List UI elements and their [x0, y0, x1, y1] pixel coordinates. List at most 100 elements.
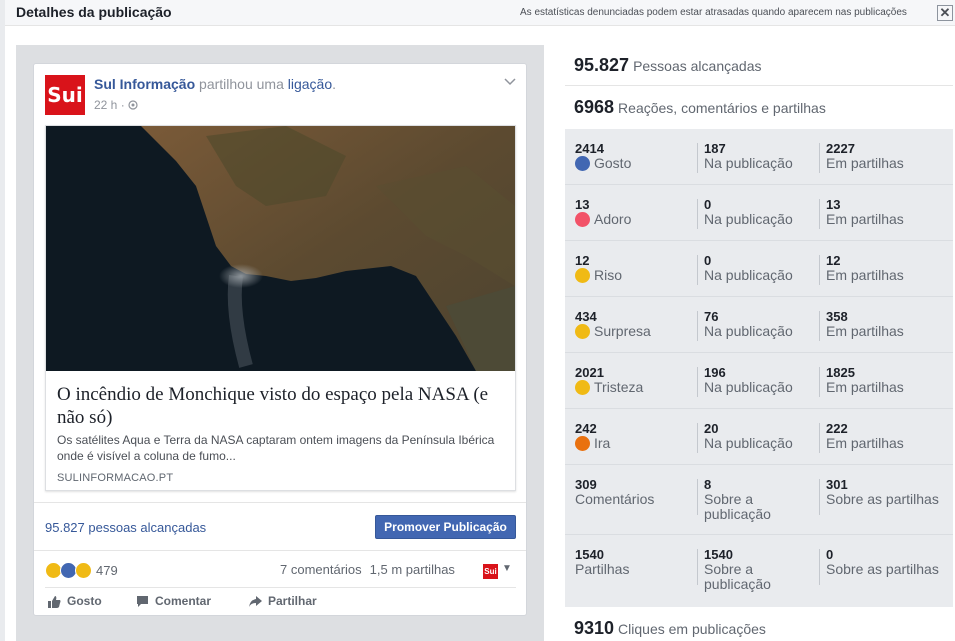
- like-label: Gosto: [67, 594, 102, 608]
- share-icon: [249, 595, 262, 607]
- post-details-dialog: Detalhes da publicação As estatísticas d…: [5, 0, 955, 641]
- column-divider: [697, 367, 698, 397]
- stat-row-sad: 2021 Tristeza 196 Na publicação 1825 Em par…: [565, 353, 953, 409]
- row-label: Partilhas: [575, 561, 630, 577]
- on-post-label: Sobre a: [704, 561, 754, 577]
- total-value: 309: [575, 477, 597, 492]
- column-divider: [697, 549, 698, 585]
- total-cell: 2021 Tristeza: [575, 365, 643, 395]
- link-word[interactable]: ligação: [288, 76, 332, 92]
- column-divider: [819, 255, 820, 285]
- on-shares-value: 0: [826, 547, 834, 562]
- column-divider: [697, 423, 698, 453]
- on-post-value: 196: [704, 365, 726, 380]
- post-preview-pane: Sui Sul Informação partilhou uma ligação…: [16, 45, 544, 641]
- column-divider: [819, 423, 820, 453]
- on-post-cell: 76 Na publicação: [704, 309, 793, 339]
- reaction-label: Surpresa: [594, 323, 651, 339]
- share-button[interactable]: Partilhar: [248, 594, 317, 608]
- close-button[interactable]: ✕: [937, 5, 953, 21]
- stat-row-comments: 309 Comentários 8 Sobre a publicação 301 Sob…: [565, 465, 953, 535]
- on-post-label: Na publicação: [704, 211, 793, 227]
- divider: [34, 550, 526, 551]
- author-action: partilhou uma: [195, 76, 288, 92]
- column-divider: [819, 311, 820, 341]
- on-shares-label: Em partilhas: [826, 435, 904, 451]
- on-shares-cell: 2227 Em partilhas: [826, 141, 904, 171]
- on-shares-value: 13: [826, 197, 841, 212]
- link-preview[interactable]: O incêndio de Monchique visto do espaço …: [45, 125, 516, 491]
- thumbs-up-icon: [48, 595, 61, 608]
- on-post-cell: 1540 Sobre a publicação: [704, 547, 771, 592]
- column-divider: [819, 367, 820, 397]
- total-cell: 12 Riso: [575, 253, 622, 283]
- total-value: 13: [575, 197, 590, 212]
- shares-count[interactable]: 1,5 m partilhas: [370, 562, 455, 577]
- stat-row-wow: 434 Surpresa 76 Na publicação 358 Em partil…: [565, 297, 953, 353]
- page-selector-avatar[interactable]: Sui: [483, 564, 498, 579]
- column-divider: [697, 143, 698, 173]
- comment-label: Comentar: [155, 594, 212, 608]
- like-icon: [575, 156, 590, 171]
- total-cell: 1540 Partilhas: [575, 547, 629, 577]
- comment-button[interactable]: Comentar: [136, 594, 211, 608]
- post-clicks: 9310 Cliques em publicações: [574, 618, 766, 639]
- link-domain: SULINFORMACAO.PT: [57, 472, 174, 484]
- on-post-cell: 187 Na publicação: [704, 141, 793, 171]
- reactions-summary[interactable]: 479: [45, 560, 118, 580]
- dialog-title: Detalhes da publicação: [16, 4, 172, 20]
- sad-icon: [575, 380, 590, 395]
- on-post-value: 0: [704, 197, 712, 212]
- on-post-cell: 196 Na publicação: [704, 365, 793, 395]
- total-cell: 13 Adoro: [575, 197, 631, 227]
- clicks-label: Cliques em publicações: [618, 621, 766, 637]
- post-options-chevron-icon[interactable]: [504, 74, 516, 89]
- on-shares-label: Em partilhas: [826, 267, 904, 283]
- dialog-header: Detalhes da publicação As estatísticas d…: [5, 0, 955, 26]
- comments-count[interactable]: 7 comentários: [280, 562, 362, 577]
- total-cell: 2414 Gosto: [575, 141, 631, 171]
- page-mini-text: Sui: [484, 567, 497, 576]
- divider: [34, 502, 526, 503]
- avatar-text: Sui: [47, 83, 83, 107]
- on-shares-label: Em partilhas: [826, 155, 904, 171]
- on-shares-cell: 222 Em partilhas: [826, 421, 904, 451]
- on-shares-value: 1825: [826, 365, 855, 380]
- page-avatar[interactable]: Sui: [45, 75, 85, 115]
- engagement-total: 6968 Reações, comentários e partilhas: [574, 97, 826, 118]
- reaction-label: Tristeza: [594, 379, 644, 395]
- on-shares-cell: 1825 Em partilhas: [826, 365, 904, 395]
- total-value: 2021: [575, 365, 604, 380]
- author-line: Sul Informação partilhou uma ligação.: [94, 76, 336, 92]
- angry-icon: [575, 436, 590, 451]
- on-shares-label: Sobre as partilhas: [826, 561, 939, 577]
- reaction-count: 479: [96, 562, 118, 578]
- on-post-value: 8: [704, 477, 712, 492]
- on-post-label-2: publicação: [704, 506, 771, 522]
- satellite-image: [46, 126, 515, 371]
- like-button[interactable]: Gosto: [47, 594, 102, 608]
- stat-row-shares: 1540 Partilhas 1540 Sobre a publicação 0 Sob…: [565, 535, 953, 605]
- promote-post-button[interactable]: Promover Publicação: [375, 515, 516, 539]
- meta-dot: ·: [117, 98, 129, 112]
- clicks-number: 9310: [574, 618, 615, 638]
- on-shares-value: 301: [826, 477, 848, 492]
- on-post-label: Na publicação: [704, 323, 793, 339]
- link-title[interactable]: O incêndio de Monchique visto do espaço …: [57, 383, 507, 429]
- caret-down-icon[interactable]: ▼: [502, 563, 512, 574]
- stats-delay-note: As estatísticas denunciadas podem estar …: [520, 7, 907, 18]
- on-post-label: Na publicação: [704, 379, 793, 395]
- stat-row-angry: 242 Ira 20 Na publicação 222 Em partilhas: [565, 409, 953, 465]
- stats-pane: 95.827 Pessoas alcançadas 6968 Reações, co…: [565, 45, 955, 641]
- post-time[interactable]: 22 h: [94, 98, 117, 112]
- on-post-label: Sobre a: [704, 491, 754, 507]
- reach-link[interactable]: 95.827 pessoas alcançadas: [45, 520, 206, 535]
- on-shares-value: 222: [826, 421, 848, 436]
- on-shares-label: Sobre as partilhas: [826, 491, 939, 507]
- engagement-number: 6968: [574, 97, 615, 117]
- stat-row-like: 2414 Gosto 187 Na publicação 2227 Em partil…: [565, 129, 953, 185]
- on-post-cell: 20 Na publicação: [704, 421, 793, 451]
- on-post-label: Na publicação: [704, 267, 793, 283]
- author-name[interactable]: Sul Informação: [94, 76, 195, 92]
- close-icon: ✕: [939, 5, 951, 20]
